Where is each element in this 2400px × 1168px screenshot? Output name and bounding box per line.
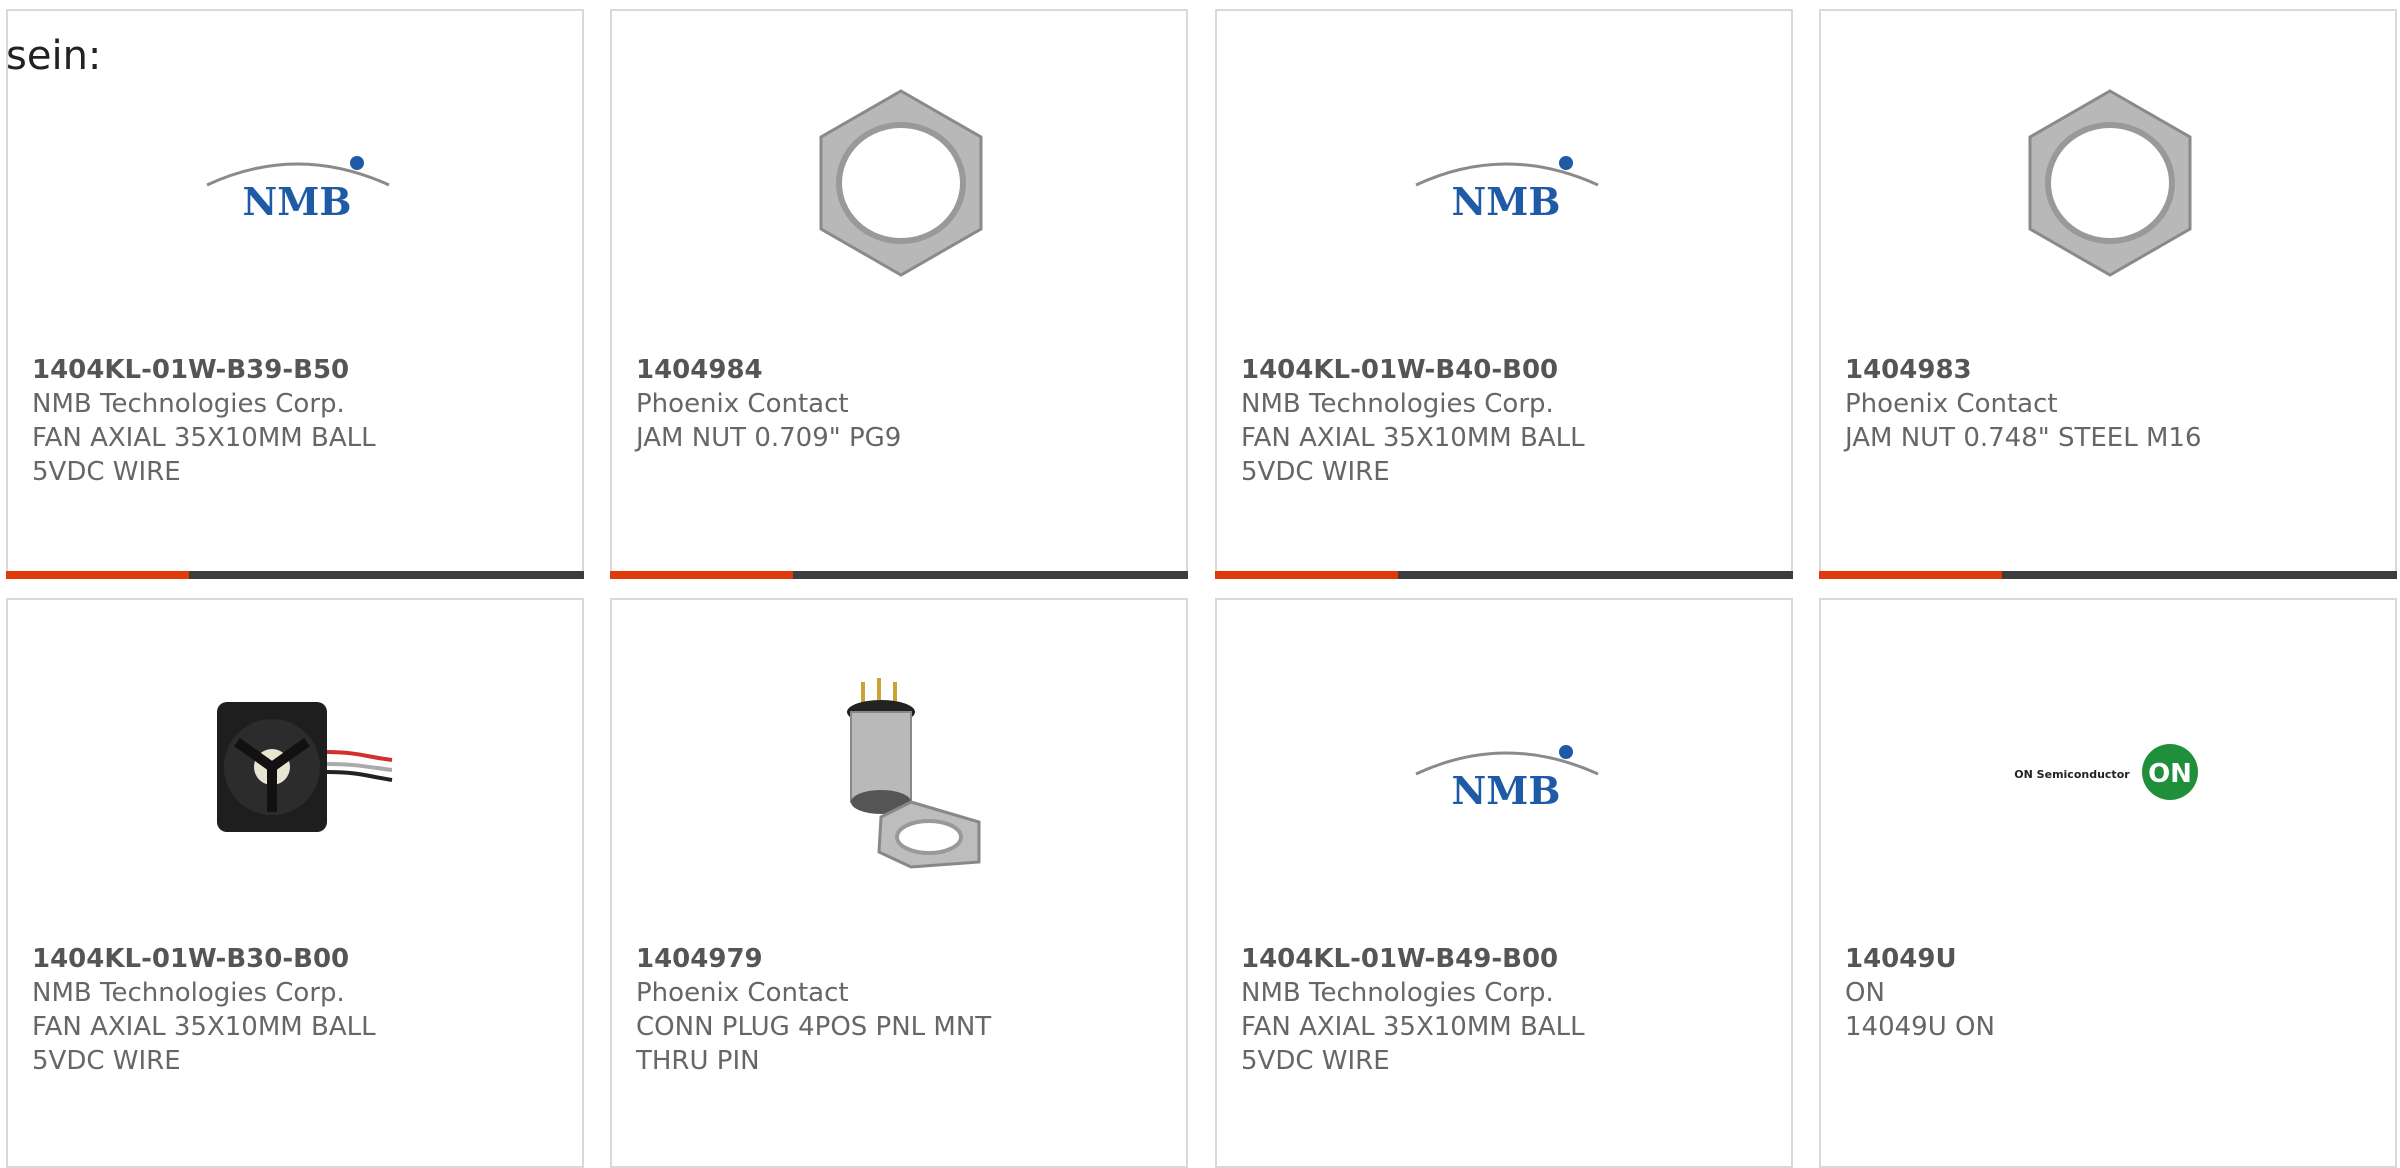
on-semiconductor-logo: ON Semiconductor ON [2014, 744, 2198, 800]
hex-nut-icon [819, 89, 983, 277]
card-bottom-bar [1819, 571, 2397, 579]
manufacturer: NMB Technologies Corp. [32, 978, 345, 1008]
product-image[interactable] [801, 672, 1001, 872]
nmb-logo-text: NMB [243, 179, 352, 224]
part-number[interactable]: 1404KL-01W-B39-B50 [32, 353, 558, 387]
product-card[interactable]: ON Semiconductor ON 14049U ON 14049U ON [1819, 598, 2397, 1168]
product-card[interactable]: NMB 1404KL-01W-B49-B00 NMB Technologies … [1215, 598, 1793, 1168]
part-number[interactable]: 1404984 [636, 353, 1162, 387]
hex-nut-icon [2028, 89, 2192, 277]
manufacturer: Phoenix Contact [636, 978, 849, 1008]
manufacturer: Phoenix Contact [636, 389, 849, 419]
nmb-logo: NMB [1415, 156, 1599, 224]
card-bottom-bar [610, 571, 1188, 579]
description: 14049U ON [1845, 1012, 1995, 1042]
manufacturer: ON [1845, 978, 1885, 1008]
part-number[interactable]: 14049U [1845, 942, 2371, 976]
card-bottom-bar [6, 571, 584, 579]
part-number[interactable]: 1404983 [1845, 353, 2371, 387]
manufacturer: NMB Technologies Corp. [1241, 389, 1554, 419]
product-image[interactable] [2010, 83, 2210, 283]
on-company-text: ON Semiconductor [2014, 768, 2130, 781]
product-card[interactable]: 1404KL-01W-B30-B00 NMB Technologies Corp… [6, 598, 584, 1168]
manufacturer: NMB Technologies Corp. [32, 389, 345, 419]
nmb-logo-text: NMB [1452, 768, 1561, 813]
manufacturer: Phoenix Contact [1845, 389, 2058, 419]
description: CONN PLUG 4POS PNL MNT THRU PIN [636, 1012, 992, 1076]
product-image[interactable]: NMB [1406, 672, 1606, 872]
description: FAN AXIAL 35X10MM BALL 5VDC WIRE [32, 423, 376, 487]
description: FAN AXIAL 35X10MM BALL 5VDC WIRE [32, 1012, 376, 1076]
product-card[interactable]: 1404983 Phoenix Contact JAM NUT 0.748" S… [1819, 9, 2397, 579]
product-card[interactable]: 1404984 Phoenix Contact JAM NUT 0.709" P… [610, 9, 1188, 579]
description: JAM NUT 0.709" PG9 [636, 423, 902, 453]
description: JAM NUT 0.748" STEEL M16 [1845, 423, 2202, 453]
nmb-logo: NMB [206, 156, 390, 224]
nmb-logo-text: NMB [1452, 179, 1561, 224]
on-mark-text: ON [2148, 759, 2192, 789]
product-image[interactable]: NMB [197, 83, 397, 283]
card-bottom-bar [1215, 571, 1793, 579]
product-image[interactable] [197, 672, 397, 872]
description: FAN AXIAL 35X10MM BALL 5VDC WIRE [1241, 1012, 1585, 1076]
part-number[interactable]: 1404KL-01W-B40-B00 [1241, 353, 1767, 387]
fan-icon [217, 702, 393, 832]
nmb-logo: NMB [1415, 745, 1599, 813]
manufacturer: NMB Technologies Corp. [1241, 978, 1554, 1008]
intro-text: sein: [6, 33, 102, 79]
product-card[interactable]: NMB 1404KL-01W-B39-B50 NMB Technologies … [6, 9, 584, 579]
product-image[interactable] [801, 83, 1001, 283]
part-number[interactable]: 1404979 [636, 942, 1162, 976]
part-number[interactable]: 1404KL-01W-B49-B00 [1241, 942, 1767, 976]
product-card[interactable]: 1404979 Phoenix Contact CONN PLUG 4POS P… [610, 598, 1188, 1168]
product-image[interactable]: NMB [1406, 83, 1606, 283]
connector-icon [847, 678, 981, 869]
part-number[interactable]: 1404KL-01W-B30-B00 [32, 942, 558, 976]
description: FAN AXIAL 35X10MM BALL 5VDC WIRE [1241, 423, 1585, 487]
product-image[interactable]: ON Semiconductor ON [2010, 672, 2210, 872]
product-card[interactable]: NMB 1404KL-01W-B40-B00 NMB Technologies … [1215, 9, 1793, 579]
